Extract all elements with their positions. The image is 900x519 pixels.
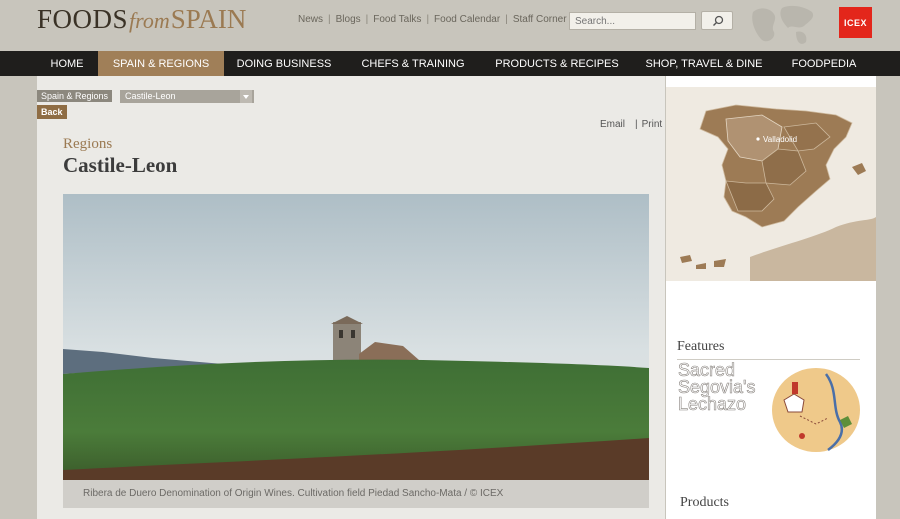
nav-doing-business[interactable]: DOING BUSINESS <box>230 51 338 76</box>
segovia-map-illustration-icon <box>772 368 860 452</box>
separator: | <box>505 14 508 25</box>
link-news[interactable]: News <box>298 14 323 25</box>
page-title: Castile-Leon <box>63 153 178 177</box>
nav-shop-travel-dine[interactable]: SHOP, TRAVEL & DINE <box>640 51 768 76</box>
separator: | <box>635 119 638 130</box>
search-input[interactable] <box>569 12 696 30</box>
site-logo[interactable]: FOODSfromSPAIN <box>37 4 246 44</box>
nav-chefs-training[interactable]: CHEFS & TRAINING <box>354 51 472 76</box>
spain-map-image: Valladolid <box>666 87 876 281</box>
region-select-value: Castile-Leon <box>125 91 176 101</box>
page-tools: Email | Print <box>600 119 662 130</box>
separator: | <box>365 14 369 25</box>
feature-illustration[interactable] <box>766 360 862 456</box>
link-blogs[interactable]: Blogs <box>336 14 361 25</box>
photo-caption: Ribera de Duero Denomination of Origin W… <box>63 480 649 508</box>
main-navigation: HOME SPAIN & REGIONS DOING BUSINESS CHEF… <box>0 51 900 76</box>
landscape-photo-image <box>63 194 649 480</box>
breadcrumb-section[interactable]: Spain & Regions <box>37 90 113 102</box>
search-icon <box>713 15 724 26</box>
city-marker <box>756 137 760 141</box>
separator: | <box>328 14 331 25</box>
nav-home[interactable]: HOME <box>37 51 97 76</box>
feature-title-link[interactable]: Sacred Segovia's Lechazo <box>678 361 768 414</box>
products-heading: Products <box>680 495 729 510</box>
logo-part-spain: SPAIN <box>170 4 247 34</box>
page-kicker: Regions <box>63 136 113 152</box>
chevron-down-icon <box>240 90 252 103</box>
logo-part-from: from <box>129 8 170 33</box>
link-food-calendar[interactable]: Food Calendar <box>434 14 500 25</box>
print-link[interactable]: Print <box>642 119 663 130</box>
world-map-decoration-icon <box>752 5 814 44</box>
icex-logo[interactable]: ICEX <box>839 7 872 38</box>
map-city-label: Valladolid <box>763 135 797 144</box>
spain-region-map[interactable]: Valladolid <box>666 87 876 281</box>
nav-spain-regions[interactable]: SPAIN & REGIONS <box>98 51 224 76</box>
site-header: FOODSfromSPAIN News | Blogs | Food Talks | Foo… <box>0 0 900 51</box>
utility-links: News | Blogs | Food Talks | Food Calendar | Staf… <box>298 14 567 25</box>
nav-foodpedia[interactable]: FOODPEDIA <box>784 51 864 76</box>
logo-part-foods: FOODS <box>37 4 129 34</box>
search-button[interactable] <box>701 11 733 30</box>
back-button[interactable]: Back <box>37 105 67 119</box>
region-select[interactable]: Castile-Leon <box>120 90 254 103</box>
region-photo <box>63 194 649 480</box>
nav-products-recipes[interactable]: PRODUCTS & RECIPES <box>490 51 624 76</box>
link-food-talks[interactable]: Food Talks <box>373 14 421 25</box>
separator: | <box>426 14 430 25</box>
email-link[interactable]: Email <box>600 119 625 130</box>
link-staff-corner[interactable]: Staff Corner <box>513 14 567 25</box>
features-heading: Features <box>677 339 725 354</box>
